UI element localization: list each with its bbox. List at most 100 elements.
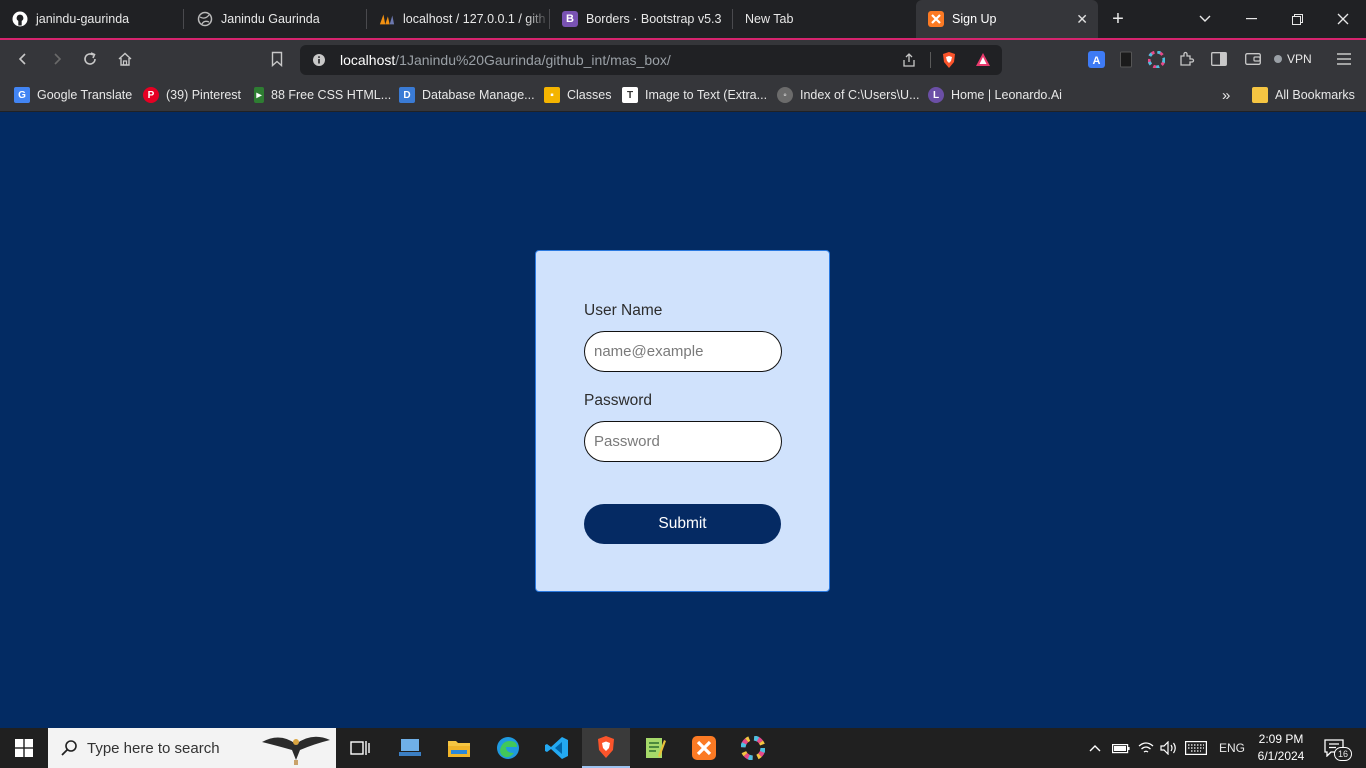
address-bar[interactable]: localhost /1Janindu%20Gaurinda/github_in…	[300, 45, 1002, 75]
reload-button[interactable]	[80, 49, 100, 69]
folder-icon	[1252, 87, 1268, 103]
bookmark-database-manager[interactable]: D Database Manage...	[399, 85, 535, 105]
edge-icon	[497, 737, 519, 759]
bookmarks-overflow-button[interactable]: »	[1222, 85, 1230, 105]
tab-title: New Tab	[745, 12, 794, 26]
battery-button[interactable]	[1112, 728, 1130, 768]
brave-shields-icon[interactable]	[941, 51, 957, 69]
image-text-icon: T	[622, 87, 638, 103]
tab-phpmyadmin[interactable]: localhost / 127.0.0.1 / gith	[367, 0, 550, 38]
all-bookmarks-button[interactable]: All Bookmarks	[1252, 85, 1355, 105]
css-icon: ▸	[254, 87, 264, 103]
tab-github[interactable]: janindu-gaurinda	[0, 0, 184, 38]
password-input[interactable]	[584, 421, 782, 462]
chevron-down-icon	[1199, 15, 1211, 22]
search-placeholder: Type here to search	[87, 739, 220, 757]
clock[interactable]: 2:09 PM 6/1/2024	[1252, 731, 1310, 765]
color-picker-extension-icon[interactable]	[1146, 49, 1166, 69]
taskbar-app-notepad[interactable]	[631, 728, 679, 768]
tab-search-button[interactable]	[1182, 0, 1228, 38]
minimize-button[interactable]	[1228, 0, 1274, 38]
new-tab-button[interactable]: +	[1106, 8, 1130, 32]
restore-button[interactable]	[1274, 0, 1320, 38]
bookmark-leonardo[interactable]: L Home | Leonardo.Ai	[928, 85, 1062, 105]
hamburger-menu-icon	[1337, 53, 1351, 65]
reload-icon	[84, 52, 96, 65]
bookmark-free-css[interactable]: ▸ 88 Free CSS HTML...	[254, 85, 391, 105]
taskbar-app-vscode[interactable]	[533, 728, 581, 768]
google-translate-icon: G	[14, 87, 30, 103]
restore-icon	[1291, 13, 1303, 25]
page-content: User Name Password Submit	[0, 112, 1366, 728]
sign-up-form: User Name Password Submit	[535, 250, 830, 592]
bookmark-label: Index of C:\Users\U...	[800, 88, 920, 102]
show-hidden-icons-button[interactable]	[1088, 728, 1102, 768]
speaker-icon	[1160, 741, 1176, 755]
battery-icon	[1112, 743, 1130, 754]
bookmark-label: Home | Leonardo.Ai	[951, 88, 1062, 102]
start-button[interactable]	[0, 728, 48, 768]
bookmark-image-to-text[interactable]: T Image to Text (Extra...	[622, 85, 767, 105]
sidebar-toggle-icon[interactable]	[1209, 49, 1229, 69]
tab-janindu[interactable]: Janindu Gaurinda	[185, 0, 367, 38]
notification-center-button[interactable]: 16	[1324, 728, 1353, 768]
bookmark-label: 88 Free CSS HTML...	[271, 88, 392, 102]
wifi-button[interactable]	[1138, 728, 1154, 768]
bookmark-google-translate[interactable]: G Google Translate	[14, 85, 132, 105]
bookmark-pinterest[interactable]: P (39) Pinterest	[143, 85, 241, 105]
taskbar-app-edge[interactable]	[484, 728, 532, 768]
taskbar-app-network[interactable]	[386, 728, 434, 768]
taskbar-app-color-picker[interactable]	[729, 728, 777, 768]
site-info-icon[interactable]	[312, 53, 326, 67]
brave-rewards-icon[interactable]	[975, 52, 991, 67]
task-view-icon	[350, 741, 370, 755]
taskbar-app-xampp[interactable]	[680, 728, 728, 768]
wallet-icon[interactable]	[1243, 49, 1263, 69]
taskbar: Type here to search ENG 2:09 PM 6/1/2024…	[0, 728, 1366, 768]
tab-title: Borders · Bootstrap v5.3	[586, 12, 722, 26]
language-indicator[interactable]: ENG	[1219, 728, 1245, 768]
vpn-button[interactable]: VPN	[1274, 48, 1312, 70]
bookmark-icon	[271, 51, 283, 67]
bookmark-label: Database Manage...	[422, 88, 535, 102]
url-path: /1Janindu%20Gaurinda/github_int/mas_box/	[395, 52, 671, 68]
submit-button[interactable]: Submit	[584, 504, 781, 544]
back-button[interactable]	[13, 49, 33, 69]
bookmark-index-of[interactable]: ◦ Index of C:\Users\U...	[777, 85, 919, 105]
windows-logo-icon	[15, 739, 33, 757]
translate-extension-icon[interactable]: A	[1086, 49, 1106, 69]
menu-button[interactable]	[1334, 49, 1354, 69]
home-button[interactable]	[115, 49, 135, 69]
share-icon[interactable]	[901, 52, 917, 68]
vpn-label: VPN	[1287, 52, 1312, 66]
phpmyadmin-icon	[379, 11, 395, 27]
tab-sign-up[interactable]: Sign Up ✕	[916, 0, 1098, 38]
close-icon[interactable]: ✕	[1076, 11, 1088, 28]
taskbar-app-file-explorer[interactable]	[435, 728, 483, 768]
bookmark-button[interactable]	[267, 49, 287, 69]
tab-title: Sign Up	[952, 12, 997, 26]
task-view-button[interactable]	[336, 728, 384, 768]
clipboard-extension-icon[interactable]	[1116, 49, 1136, 69]
xampp-icon	[928, 11, 944, 27]
tab-new-tab[interactable]: New Tab	[733, 0, 915, 38]
bookmark-classes[interactable]: ▪ Classes	[544, 85, 611, 105]
forward-button[interactable]	[47, 49, 67, 69]
taskbar-app-brave[interactable]	[582, 728, 630, 768]
close-icon	[1337, 13, 1349, 25]
vscode-icon	[545, 737, 568, 759]
bookmark-label: Image to Text (Extra...	[645, 88, 768, 102]
keyboard-icon	[1185, 741, 1207, 755]
browser-toolbar: localhost /1Janindu%20Gaurinda/github_in…	[0, 40, 1366, 78]
volume-button[interactable]	[1160, 728, 1178, 768]
tab-bootstrap[interactable]: B Borders · Bootstrap v5.3	[550, 0, 733, 38]
extensions-icon[interactable]	[1177, 49, 1197, 69]
close-window-button[interactable]	[1320, 0, 1366, 38]
chevron-up-icon	[1089, 745, 1101, 752]
taskbar-search[interactable]: Type here to search	[48, 728, 336, 768]
forward-arrow-icon	[54, 53, 62, 65]
classroom-icon: ▪	[544, 87, 560, 103]
username-input[interactable]	[584, 331, 782, 372]
pinterest-icon: P	[143, 87, 159, 103]
touch-keyboard-button[interactable]	[1185, 728, 1207, 768]
